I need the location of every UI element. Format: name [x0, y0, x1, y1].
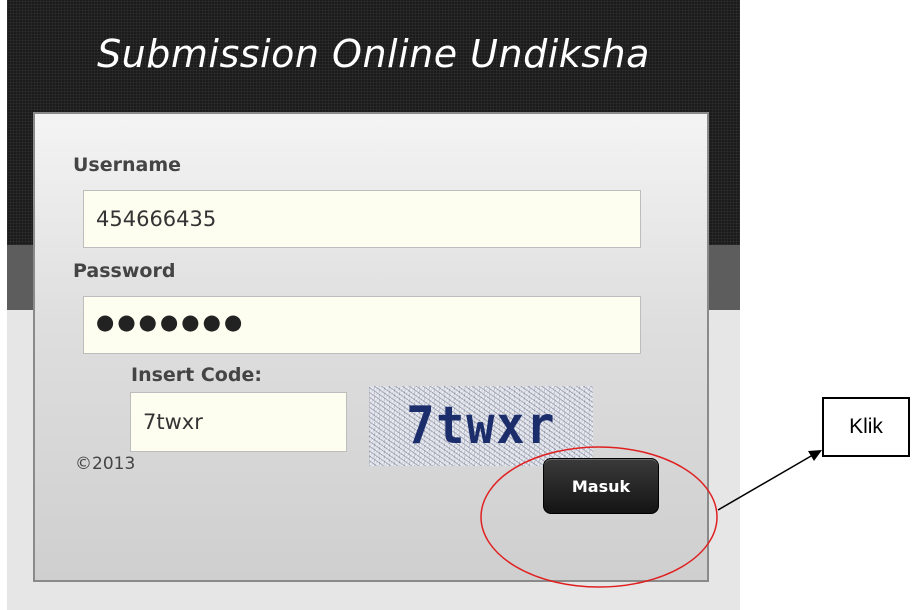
- captcha-text: 7twxr: [406, 396, 556, 456]
- username-input[interactable]: [83, 190, 641, 248]
- password-label: Password: [73, 260, 176, 282]
- insert-code-label: Insert Code:: [131, 364, 262, 386]
- callout-arrow-head: [808, 450, 822, 461]
- login-panel: Username Password ●●●●●●● Insert Code: 7…: [33, 112, 709, 582]
- username-label: Username: [73, 154, 182, 176]
- captcha-input[interactable]: [130, 392, 347, 452]
- password-input[interactable]: ●●●●●●●: [83, 296, 641, 354]
- password-mask: ●●●●●●●: [96, 310, 246, 334]
- copyright-text: ©2013: [75, 454, 136, 474]
- site-title: Submission Online Undiksha: [97, 32, 650, 76]
- captcha-image: 7twxr: [369, 386, 593, 466]
- klik-callout: Klik: [822, 397, 910, 457]
- masuk-button[interactable]: Masuk: [543, 458, 659, 514]
